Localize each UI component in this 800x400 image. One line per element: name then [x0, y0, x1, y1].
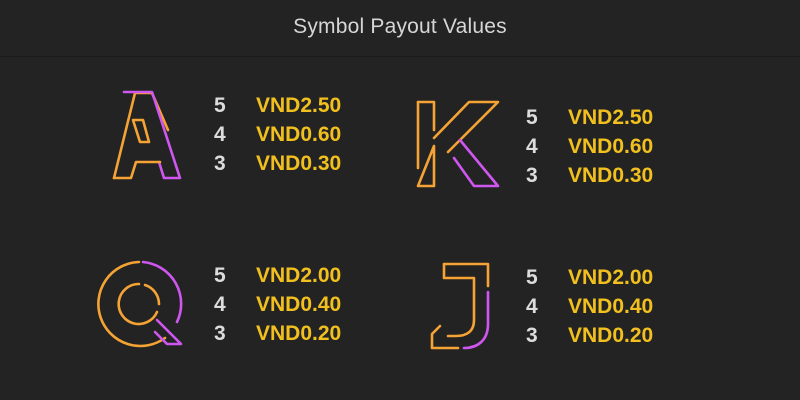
payout-value: VND2.50: [568, 106, 654, 129]
paytable-screen: Symbol Payout Values 5 VND2.50 4 VND0.60…: [0, 0, 800, 400]
symbol-card-q: 5 VND2.00 4 VND0.40 3 VND0.20: [95, 260, 435, 390]
match-count: 4: [214, 123, 226, 146]
payout-value: VND2.50: [256, 94, 342, 117]
match-count: 4: [526, 135, 538, 158]
match-count: 4: [214, 293, 226, 316]
payout-value: VND0.20: [568, 324, 654, 347]
payout-value: VND0.30: [568, 164, 654, 187]
letter-j-neon-icon: [430, 262, 540, 372]
match-count: 5: [526, 106, 538, 129]
header-bar: Symbol Payout Values: [0, 0, 800, 57]
match-count: 3: [214, 152, 226, 175]
payout-value: VND0.60: [568, 135, 654, 158]
match-count: 3: [526, 324, 538, 347]
match-count: 5: [526, 266, 538, 289]
payout-value: VND2.00: [256, 264, 342, 287]
match-count: 4: [526, 295, 538, 318]
payout-value: VND0.20: [256, 322, 342, 345]
match-count: 3: [526, 164, 538, 187]
page-title: Symbol Payout Values: [293, 15, 507, 38]
symbol-card-a: 5 VND2.50 4 VND0.60 3 VND0.30: [102, 90, 442, 220]
letter-q-neon-icon: [95, 260, 205, 370]
symbol-card-k: 5 VND2.50 4 VND0.60 3 VND0.30: [414, 98, 754, 228]
letter-a-neon-icon: [102, 90, 212, 200]
payout-value: VND0.40: [568, 295, 654, 318]
payout-value: VND0.40: [256, 293, 342, 316]
symbol-card-j: 5 VND2.00 4 VND0.40 3 VND0.20: [430, 262, 770, 392]
payout-value: VND0.30: [256, 152, 342, 175]
letter-k-neon-icon: [414, 98, 524, 208]
match-count: 3: [214, 322, 226, 345]
match-count: 5: [214, 94, 226, 117]
match-count: 5: [214, 264, 226, 287]
payout-value: VND0.60: [256, 123, 342, 146]
payout-value: VND2.00: [568, 266, 654, 289]
